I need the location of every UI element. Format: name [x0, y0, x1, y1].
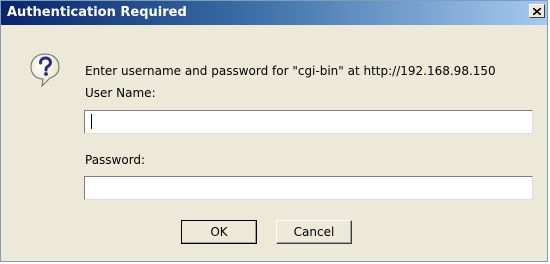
- username-label: User Name:: [85, 86, 156, 100]
- close-button[interactable]: [529, 4, 545, 18]
- password-label: Password:: [85, 153, 146, 167]
- username-field[interactable]: [84, 110, 533, 134]
- password-field[interactable]: [84, 176, 533, 200]
- title-bar[interactable]: Authentication Required: [1, 1, 547, 25]
- cancel-button[interactable]: Cancel: [276, 220, 352, 244]
- ok-button[interactable]: OK: [181, 220, 257, 244]
- dialog-title: Authentication Required: [7, 5, 187, 20]
- auth-prompt: Enter username and password for "cgi-bin…: [85, 64, 496, 78]
- auth-dialog: Authentication Required Enter username a…: [0, 0, 548, 262]
- close-icon: [533, 7, 541, 15]
- text-caret: [91, 114, 92, 129]
- question-icon: [30, 53, 60, 88]
